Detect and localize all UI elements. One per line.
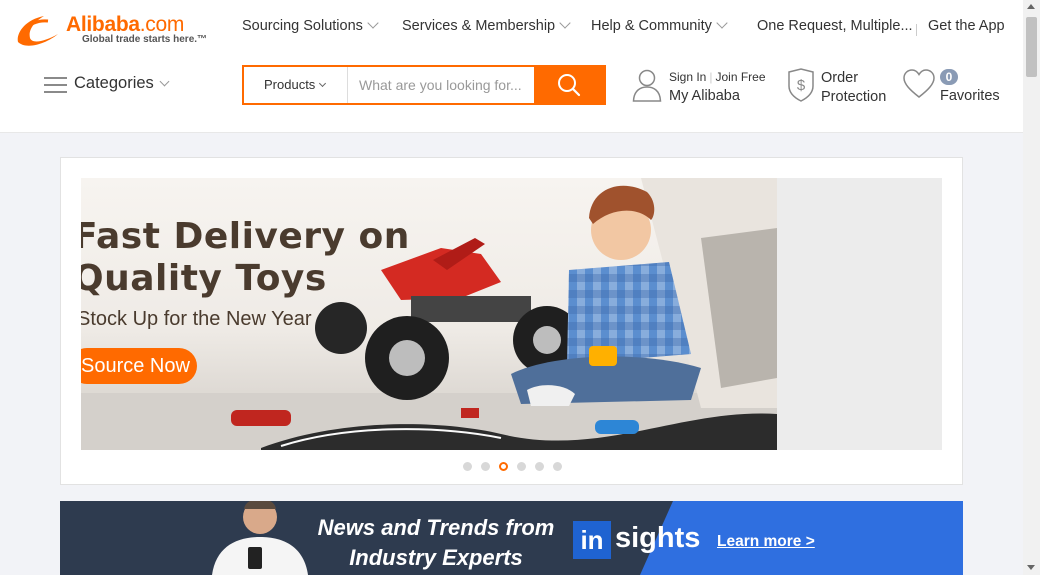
chevron-down-icon	[559, 17, 571, 29]
nav-help-community[interactable]: Help & Community	[591, 17, 728, 34]
carousel-dot-active[interactable]	[499, 462, 508, 471]
carousel-dot[interactable]	[481, 462, 490, 471]
learn-more-link[interactable]: Learn more >	[717, 533, 815, 551]
site-header: Alibaba.com Global trade starts here.™ S…	[0, 0, 1023, 133]
search-button[interactable]	[534, 67, 604, 103]
user-icon	[632, 69, 662, 102]
banner-headline-line2: Quality Toys	[81, 258, 327, 299]
insights-banner[interactable]: News and Trends from Industry Experts in …	[60, 501, 963, 575]
heart-icon	[903, 69, 935, 98]
page-scrollbar[interactable]	[1023, 0, 1040, 575]
carousel-dot[interactable]	[535, 462, 544, 471]
favorites-link[interactable]: 0 Favorites	[902, 68, 1000, 105]
join-free-link[interactable]: Join Free	[715, 70, 765, 84]
sign-in-links: Sign In | Join Free	[669, 70, 766, 84]
chevron-down-icon	[319, 79, 327, 88]
nav-one-request[interactable]: One Request, Multiple...	[757, 18, 913, 34]
banner-headline-line1: Fast Delivery on	[81, 216, 410, 257]
chevron-down-icon	[367, 17, 379, 29]
categories-menu[interactable]: Categories	[74, 74, 154, 93]
shield-icon: $	[788, 68, 814, 102]
logo-tagline: Global trade starts here.™	[82, 34, 208, 45]
toy-delivery-banner-image: Fast Delivery on Quality Toys Stock Up f…	[81, 178, 777, 450]
banner-side-panel	[777, 178, 942, 450]
chevron-down-icon	[159, 76, 170, 87]
search-bar: Products	[242, 65, 606, 105]
nav-divider	[916, 24, 917, 36]
scroll-down-arrow-icon[interactable]	[1027, 565, 1035, 570]
search-icon	[558, 74, 581, 97]
hamburger-icon[interactable]	[44, 77, 67, 93]
order-protection-label: Order Protection	[821, 70, 887, 105]
order-protection-link[interactable]: $ Order Protection	[786, 68, 886, 107]
scroll-up-arrow-icon[interactable]	[1027, 4, 1035, 9]
search-category-select[interactable]: Products	[244, 67, 348, 103]
favorites-label: Favorites	[940, 88, 1000, 104]
search-input[interactable]	[349, 67, 536, 103]
link-divider: |	[709, 70, 713, 84]
carousel-dot[interactable]	[553, 462, 562, 471]
nav-sourcing-solutions[interactable]: Sourcing Solutions	[242, 17, 379, 34]
carousel-dot[interactable]	[517, 462, 526, 471]
svg-text:$: $	[797, 77, 806, 94]
favorites-count-badge: 0	[940, 69, 958, 85]
banner-subline: Stock Up for the New Year	[81, 308, 312, 330]
insights-logo-text: sights	[615, 522, 701, 554]
insights-banner-text: News and Trends from Industry Experts	[317, 515, 555, 570]
alibaba-logo[interactable]: Alibaba.com Global trade starts here.™	[14, 12, 214, 48]
source-now-button[interactable]: Source Now	[81, 348, 197, 384]
chevron-down-icon	[716, 17, 728, 29]
carousel-slide[interactable]: Fast Delivery on Quality Toys Stock Up f…	[81, 178, 942, 450]
scrollbar-thumb[interactable]	[1026, 17, 1037, 77]
hero-carousel: Fast Delivery on Quality Toys Stock Up f…	[60, 157, 963, 485]
nav-services-membership[interactable]: Services & Membership	[402, 17, 571, 34]
my-alibaba-link[interactable]: My Alibaba	[669, 88, 740, 104]
insights-logo-mark: in	[573, 521, 611, 559]
alibaba-logo-icon	[17, 16, 58, 46]
nav-get-the-app[interactable]: Get the App	[928, 18, 1005, 34]
sign-in-link[interactable]: Sign In	[669, 70, 706, 84]
carousel-dot[interactable]	[463, 462, 472, 471]
